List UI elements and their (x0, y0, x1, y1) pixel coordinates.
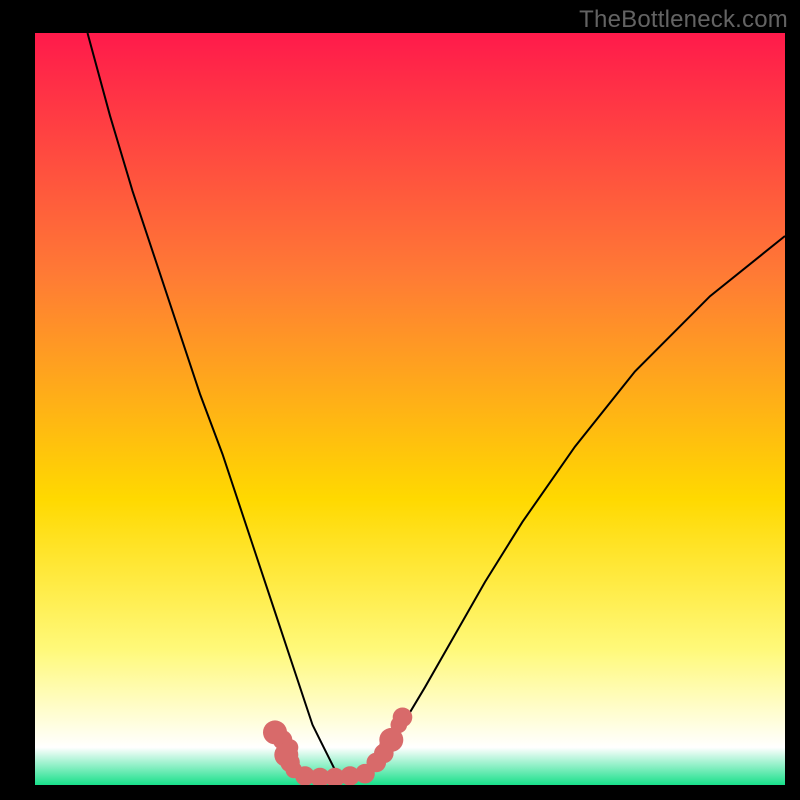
plot-area (35, 33, 785, 785)
chart-frame: TheBottleneck.com (0, 0, 800, 800)
watermark-text: TheBottleneck.com (579, 6, 788, 34)
data-marker (393, 708, 413, 728)
plot-svg (35, 33, 785, 785)
gradient-background (35, 33, 785, 785)
